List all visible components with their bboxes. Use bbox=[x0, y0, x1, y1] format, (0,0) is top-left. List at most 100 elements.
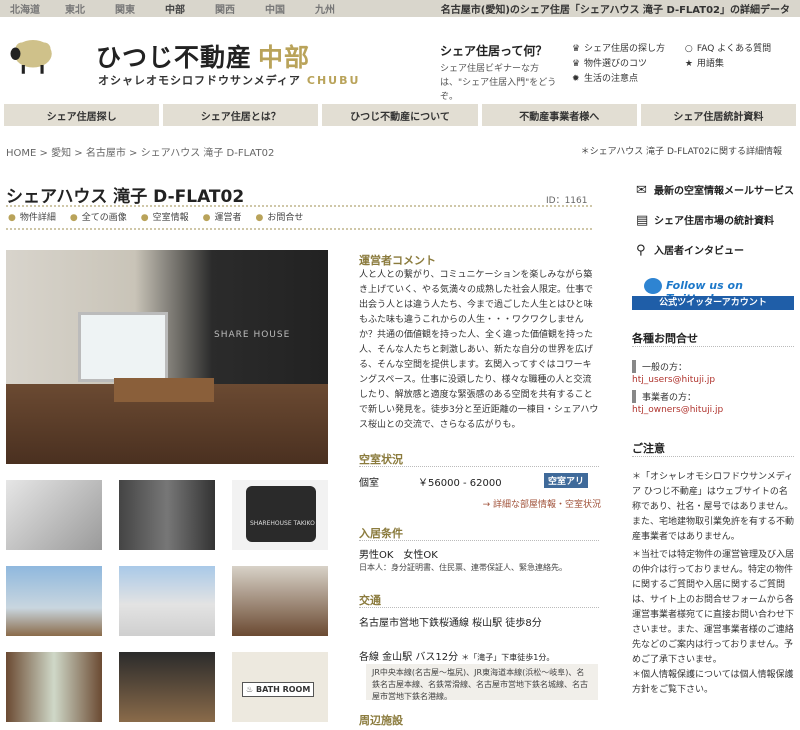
room-price: ￥56000 - 62000 bbox=[418, 478, 502, 489]
divider bbox=[632, 456, 794, 457]
vacancy-badge: 空室アリ bbox=[544, 473, 589, 488]
caution-note-1: ＊「オシャレオモシロフドウサンメディア ひつじ不動産」はウェブサイトの名称であり… bbox=[632, 472, 795, 542]
breadcrumb-note: ＊シェアハウス 滝子 D-FLAT02に関する詳細情報 bbox=[580, 147, 782, 157]
crown-icon: ♛ bbox=[572, 59, 581, 69]
divider bbox=[359, 540, 599, 541]
gear-icon: ✹ bbox=[572, 74, 580, 84]
breadcrumb: HOME > 愛知 > 名古屋市 > シェアハウス 滝子 D-FLAT02 bbox=[6, 148, 275, 159]
access-title: 交通 bbox=[359, 594, 381, 607]
quick-links: ♛ シェア住居の探し方 ○ FAQ よくある質問 ♛ 物件選びのコツ ★ 用語集 ✹ 生活… bbox=[572, 42, 800, 87]
conditions-title: 入居条件 bbox=[359, 527, 403, 540]
mail-icon: ✉ bbox=[636, 183, 647, 198]
access-line-2: 各線 金山駅 バス12分 ＊「滝子」下車徒歩1分。 bbox=[359, 652, 555, 663]
bath-room-sign: ♨ BATH ROOM bbox=[242, 682, 315, 697]
thumb-photo[interactable]: SHAREHOUSE TAKIKO bbox=[232, 480, 328, 550]
tab-images[interactable]: ● 全ての画像 bbox=[70, 210, 127, 226]
nearby-title: 周辺施設 bbox=[359, 714, 403, 727]
thumb-photo[interactable] bbox=[6, 480, 102, 550]
nav-about-hitsuji[interactable]: ひつじ不動産について bbox=[322, 104, 478, 126]
thumb-photo[interactable]: ♨ BATH ROOM bbox=[232, 652, 328, 722]
sheep-logo-icon[interactable] bbox=[8, 30, 58, 80]
star-icon: ★ bbox=[684, 59, 693, 69]
divider bbox=[6, 228, 592, 230]
photo-window bbox=[78, 312, 168, 382]
sidebar-stats[interactable]: ▤ シェア住居市場の統計資料 bbox=[636, 212, 774, 228]
general-email-link[interactable]: htj_users@hituji.jp bbox=[632, 375, 715, 385]
faq-icon: ○ bbox=[684, 44, 693, 54]
thumb-photo[interactable] bbox=[6, 652, 102, 722]
region-kanto[interactable]: 関東 bbox=[100, 1, 150, 16]
business-email-link[interactable]: htj_owners@hituji.jp bbox=[632, 405, 723, 415]
twitter-bird-icon bbox=[644, 278, 662, 294]
region-chugoku[interactable]: 中国 bbox=[250, 1, 300, 16]
quick-link-living[interactable]: ✹ 生活の注意点 bbox=[572, 72, 682, 87]
gender-condition: 男性OK 女性OK bbox=[359, 550, 438, 561]
tab-vacancy[interactable]: ● 空室情報 bbox=[141, 210, 189, 226]
nav-about-share[interactable]: シェア住居とは？ bbox=[163, 104, 319, 126]
quick-link-faq[interactable]: ○ FAQ よくある質問 bbox=[685, 42, 795, 57]
divider bbox=[632, 346, 794, 347]
region-nav: 北海道 東北 関東 中部 関西 中国 九州 名古屋市(愛知)のシェア住居「シェア… bbox=[0, 0, 800, 17]
brand-title[interactable]: ひつじ不動産 中部 bbox=[96, 38, 310, 74]
main-nav: シェア住居探し シェア住居とは？ ひつじ不動産について 不動産事業者様へ シェア… bbox=[0, 104, 800, 126]
region-kyushu[interactable]: 九州 bbox=[300, 1, 350, 16]
crumb-current: シェアハウス 滝子 D-FLAT02 bbox=[140, 148, 275, 159]
divider bbox=[359, 466, 599, 467]
quick-link-tips[interactable]: ♛ 物件選びのコツ bbox=[572, 57, 682, 72]
hero-photo[interactable]: SHARE HOUSE bbox=[6, 250, 328, 464]
page-title: シェアハウス 滝子 D-FLAT02 bbox=[6, 187, 245, 207]
operator-comment-text: 人と人との繋がり、コミュニケーションを楽しみながら築き上げていく、やる気満々の成… bbox=[359, 270, 599, 430]
crumb-city[interactable]: 名古屋市 bbox=[86, 148, 126, 159]
vacancy-detail-link[interactable]: → 詳細な部屋情報・空室状況 bbox=[483, 497, 601, 510]
region-kansai[interactable]: 関西 bbox=[200, 1, 250, 16]
tab-details[interactable]: ● 物件詳細 bbox=[8, 210, 56, 226]
divider bbox=[6, 205, 592, 207]
twitter-account-label: 公式ツイッターアカウント bbox=[632, 296, 794, 310]
general-label: 一般の方： bbox=[632, 360, 687, 373]
thumb-photo[interactable] bbox=[119, 566, 215, 636]
search-icon: ⚲ bbox=[636, 243, 646, 258]
caution-note-2: ＊当社では特定物件の運営管理及び入居の仲介は行っておりません。特定の物件に関する… bbox=[632, 550, 795, 665]
thumb-photo[interactable] bbox=[232, 566, 328, 636]
mailbox-shape bbox=[246, 486, 316, 542]
nav-business[interactable]: 不動産事業者様へ bbox=[481, 104, 637, 126]
mailbox-sign: SHAREHOUSE TAKIKO bbox=[250, 520, 315, 527]
photo-table bbox=[114, 378, 214, 402]
region-hokkaido[interactable]: 北海道 bbox=[0, 1, 50, 16]
required-docs: 日本人：身分証明書、住民票、連帯保証人、緊急連絡先。 bbox=[359, 563, 567, 572]
crown-icon: ♛ bbox=[572, 44, 581, 54]
crumb-home[interactable]: HOME bbox=[6, 148, 36, 159]
headline-text: 名古屋市(愛知)のシェア住居「シェアハウス 滝子 D-FLAT02」の詳細データ bbox=[440, 5, 790, 16]
quick-link-search[interactable]: ♛ シェア住居の探し方 bbox=[572, 42, 682, 57]
nav-search[interactable]: シェア住居探し bbox=[4, 104, 160, 126]
brand-tagline: オシャレオモシロフドウサンメディア CHUBU bbox=[98, 74, 361, 87]
twitter-banner[interactable]: Follow us on Twitter! 公式ツイッターアカウント bbox=[632, 276, 794, 310]
thumb-photo[interactable] bbox=[119, 652, 215, 722]
contact-title: 各種お問合せ bbox=[632, 332, 698, 345]
sidebar-interview[interactable]: ⚲ 入居者インタビュー bbox=[636, 242, 744, 258]
intro-desc: シェア住居ビギナーな方は、"シェア住居入門"をどうぞ。 bbox=[440, 64, 557, 102]
region-chubu[interactable]: 中部 bbox=[150, 1, 200, 16]
nav-stats[interactable]: シェア住居統計資料 bbox=[640, 104, 797, 126]
vacancy-title: 空室状況 bbox=[359, 453, 403, 466]
business-label: 事業者の方： bbox=[632, 390, 696, 403]
caution-note-3: ＊個人情報保護については個人情報保護方針をご覧下さい。 bbox=[632, 670, 794, 695]
access-line-1: 名古屋市営地下鉄桜通線 桜山駅 徒歩8分 bbox=[359, 618, 542, 629]
thumb-photo[interactable] bbox=[119, 480, 215, 550]
sidebar-mail-service[interactable]: ✉ 最新の空室情報メールサービス bbox=[636, 182, 794, 198]
tab-operator[interactable]: ● 運営者 bbox=[203, 210, 242, 226]
crumb-pref[interactable]: 愛知 bbox=[51, 148, 71, 159]
divider bbox=[359, 607, 599, 608]
access-lines-box: JR中央本線(名古屋〜塩尻)、JR東海道本線(浜松〜岐阜)、名鉄名古屋本線、名鉄… bbox=[366, 664, 598, 701]
photo-chalk-text: SHARE HOUSE bbox=[214, 330, 291, 340]
thumb-photo[interactable] bbox=[6, 566, 102, 636]
intro-title[interactable]: シェア住居って何？ bbox=[440, 42, 547, 59]
property-tabs: ● 物件詳細 ● 全ての画像 ● 空室情報 ● 運営者 ● お問合せ bbox=[6, 210, 592, 226]
bath-icon: ♨ bbox=[246, 685, 256, 694]
quick-link-glossary[interactable]: ★ 用語集 bbox=[685, 57, 795, 72]
caution-title: ご注意 bbox=[632, 442, 665, 455]
operator-comment-title: 運営者コメント bbox=[359, 254, 436, 267]
document-icon: ▤ bbox=[636, 213, 649, 228]
tab-contact[interactable]: ● お問合せ bbox=[256, 210, 304, 226]
region-tohoku[interactable]: 東北 bbox=[50, 1, 100, 16]
